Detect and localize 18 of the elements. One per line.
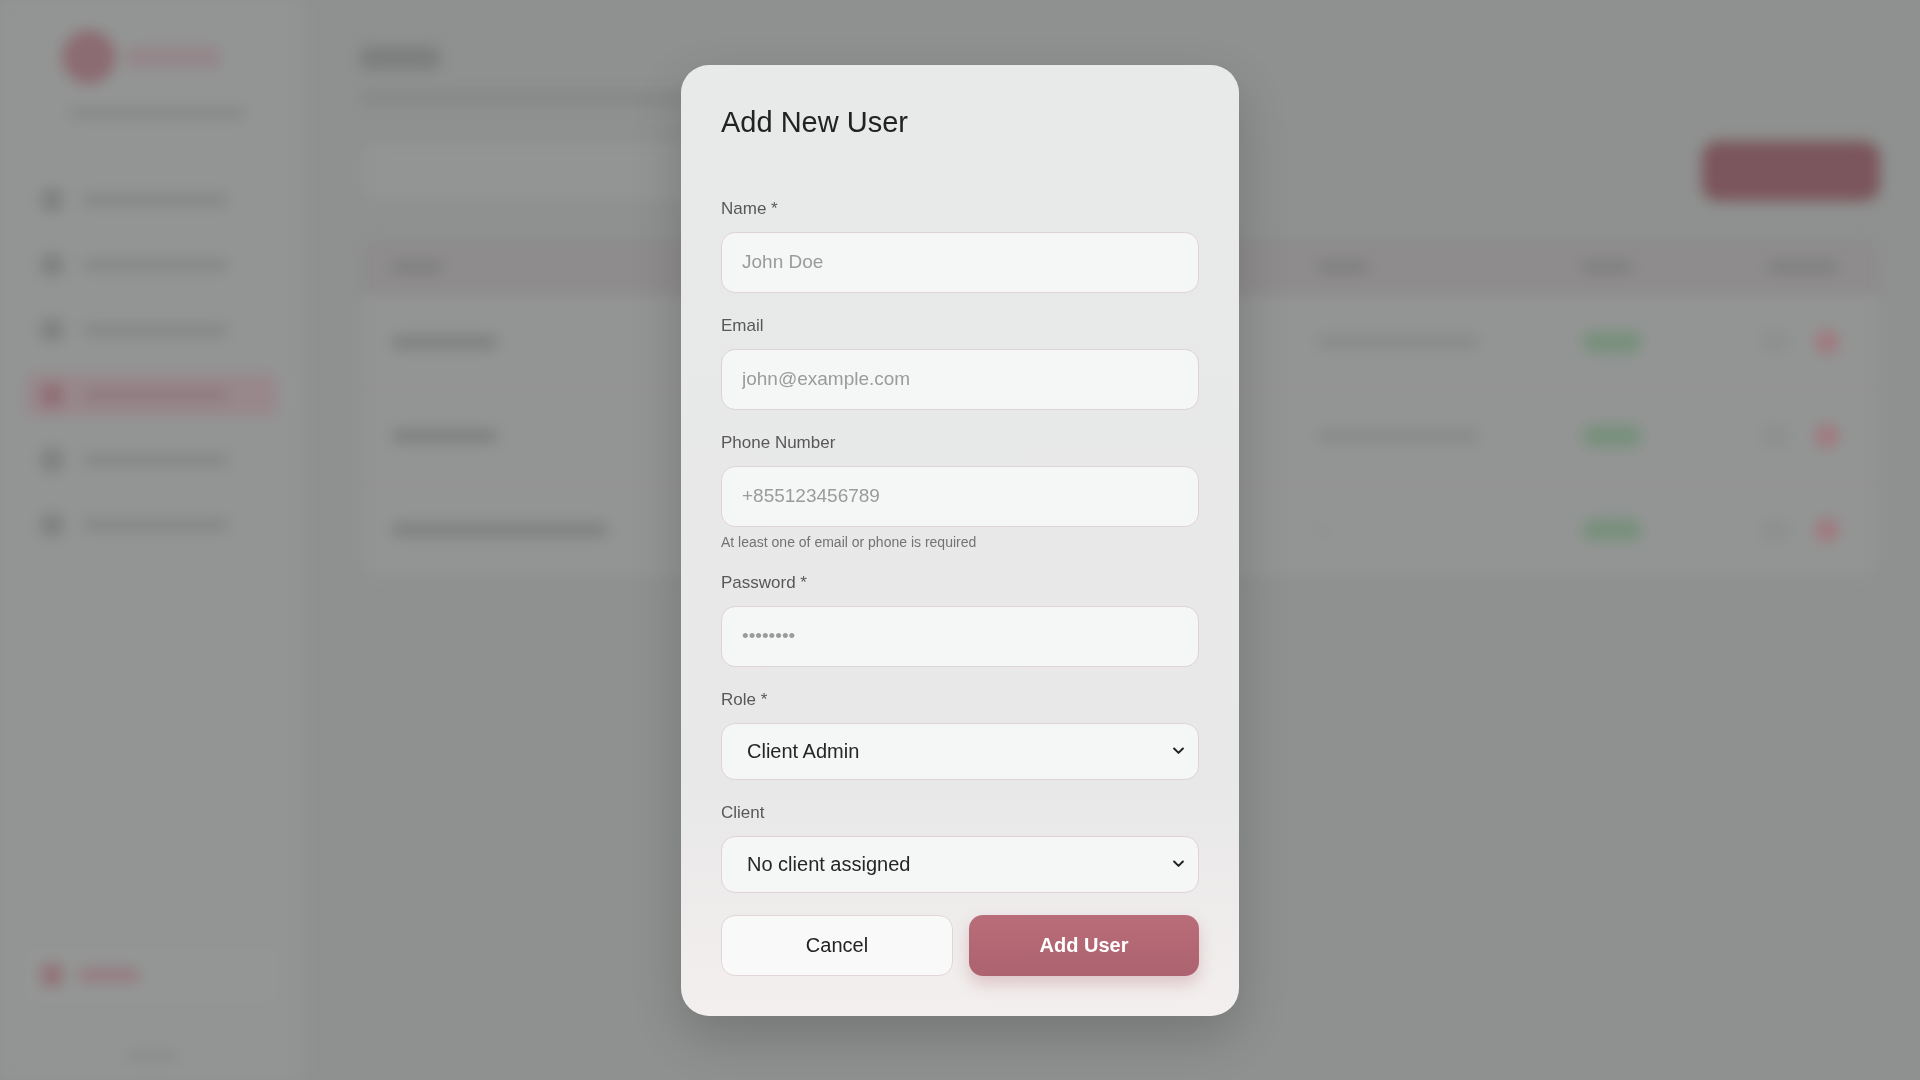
input-field[interactable]: +855123456789	[721, 465, 1199, 527]
dialog-title: Add New User	[721, 104, 908, 139]
input-field[interactable]: john@example.com	[721, 348, 1199, 410]
chevron-down-icon	[1173, 747, 1184, 755]
field-label: Phone Number	[721, 432, 836, 453]
input-field[interactable]: ••••••••	[721, 605, 1199, 667]
field-label: Role *	[721, 689, 768, 710]
input-field[interactable]: John Doe	[721, 231, 1199, 293]
chevron-down-icon	[1173, 860, 1184, 868]
field-label: Name *	[721, 198, 778, 219]
select-field[interactable]: No client assigned	[721, 835, 1199, 893]
field-label: Email	[721, 315, 764, 336]
select-field[interactable]: Client Admin	[721, 722, 1199, 780]
field-label: Password *	[721, 572, 807, 593]
submit-button[interactable]: Add User	[969, 914, 1199, 976]
hint-text: At least one of email or phone is required	[721, 533, 977, 550]
cancel-button[interactable]: Cancel	[721, 914, 953, 976]
field-label: Client	[721, 802, 765, 823]
